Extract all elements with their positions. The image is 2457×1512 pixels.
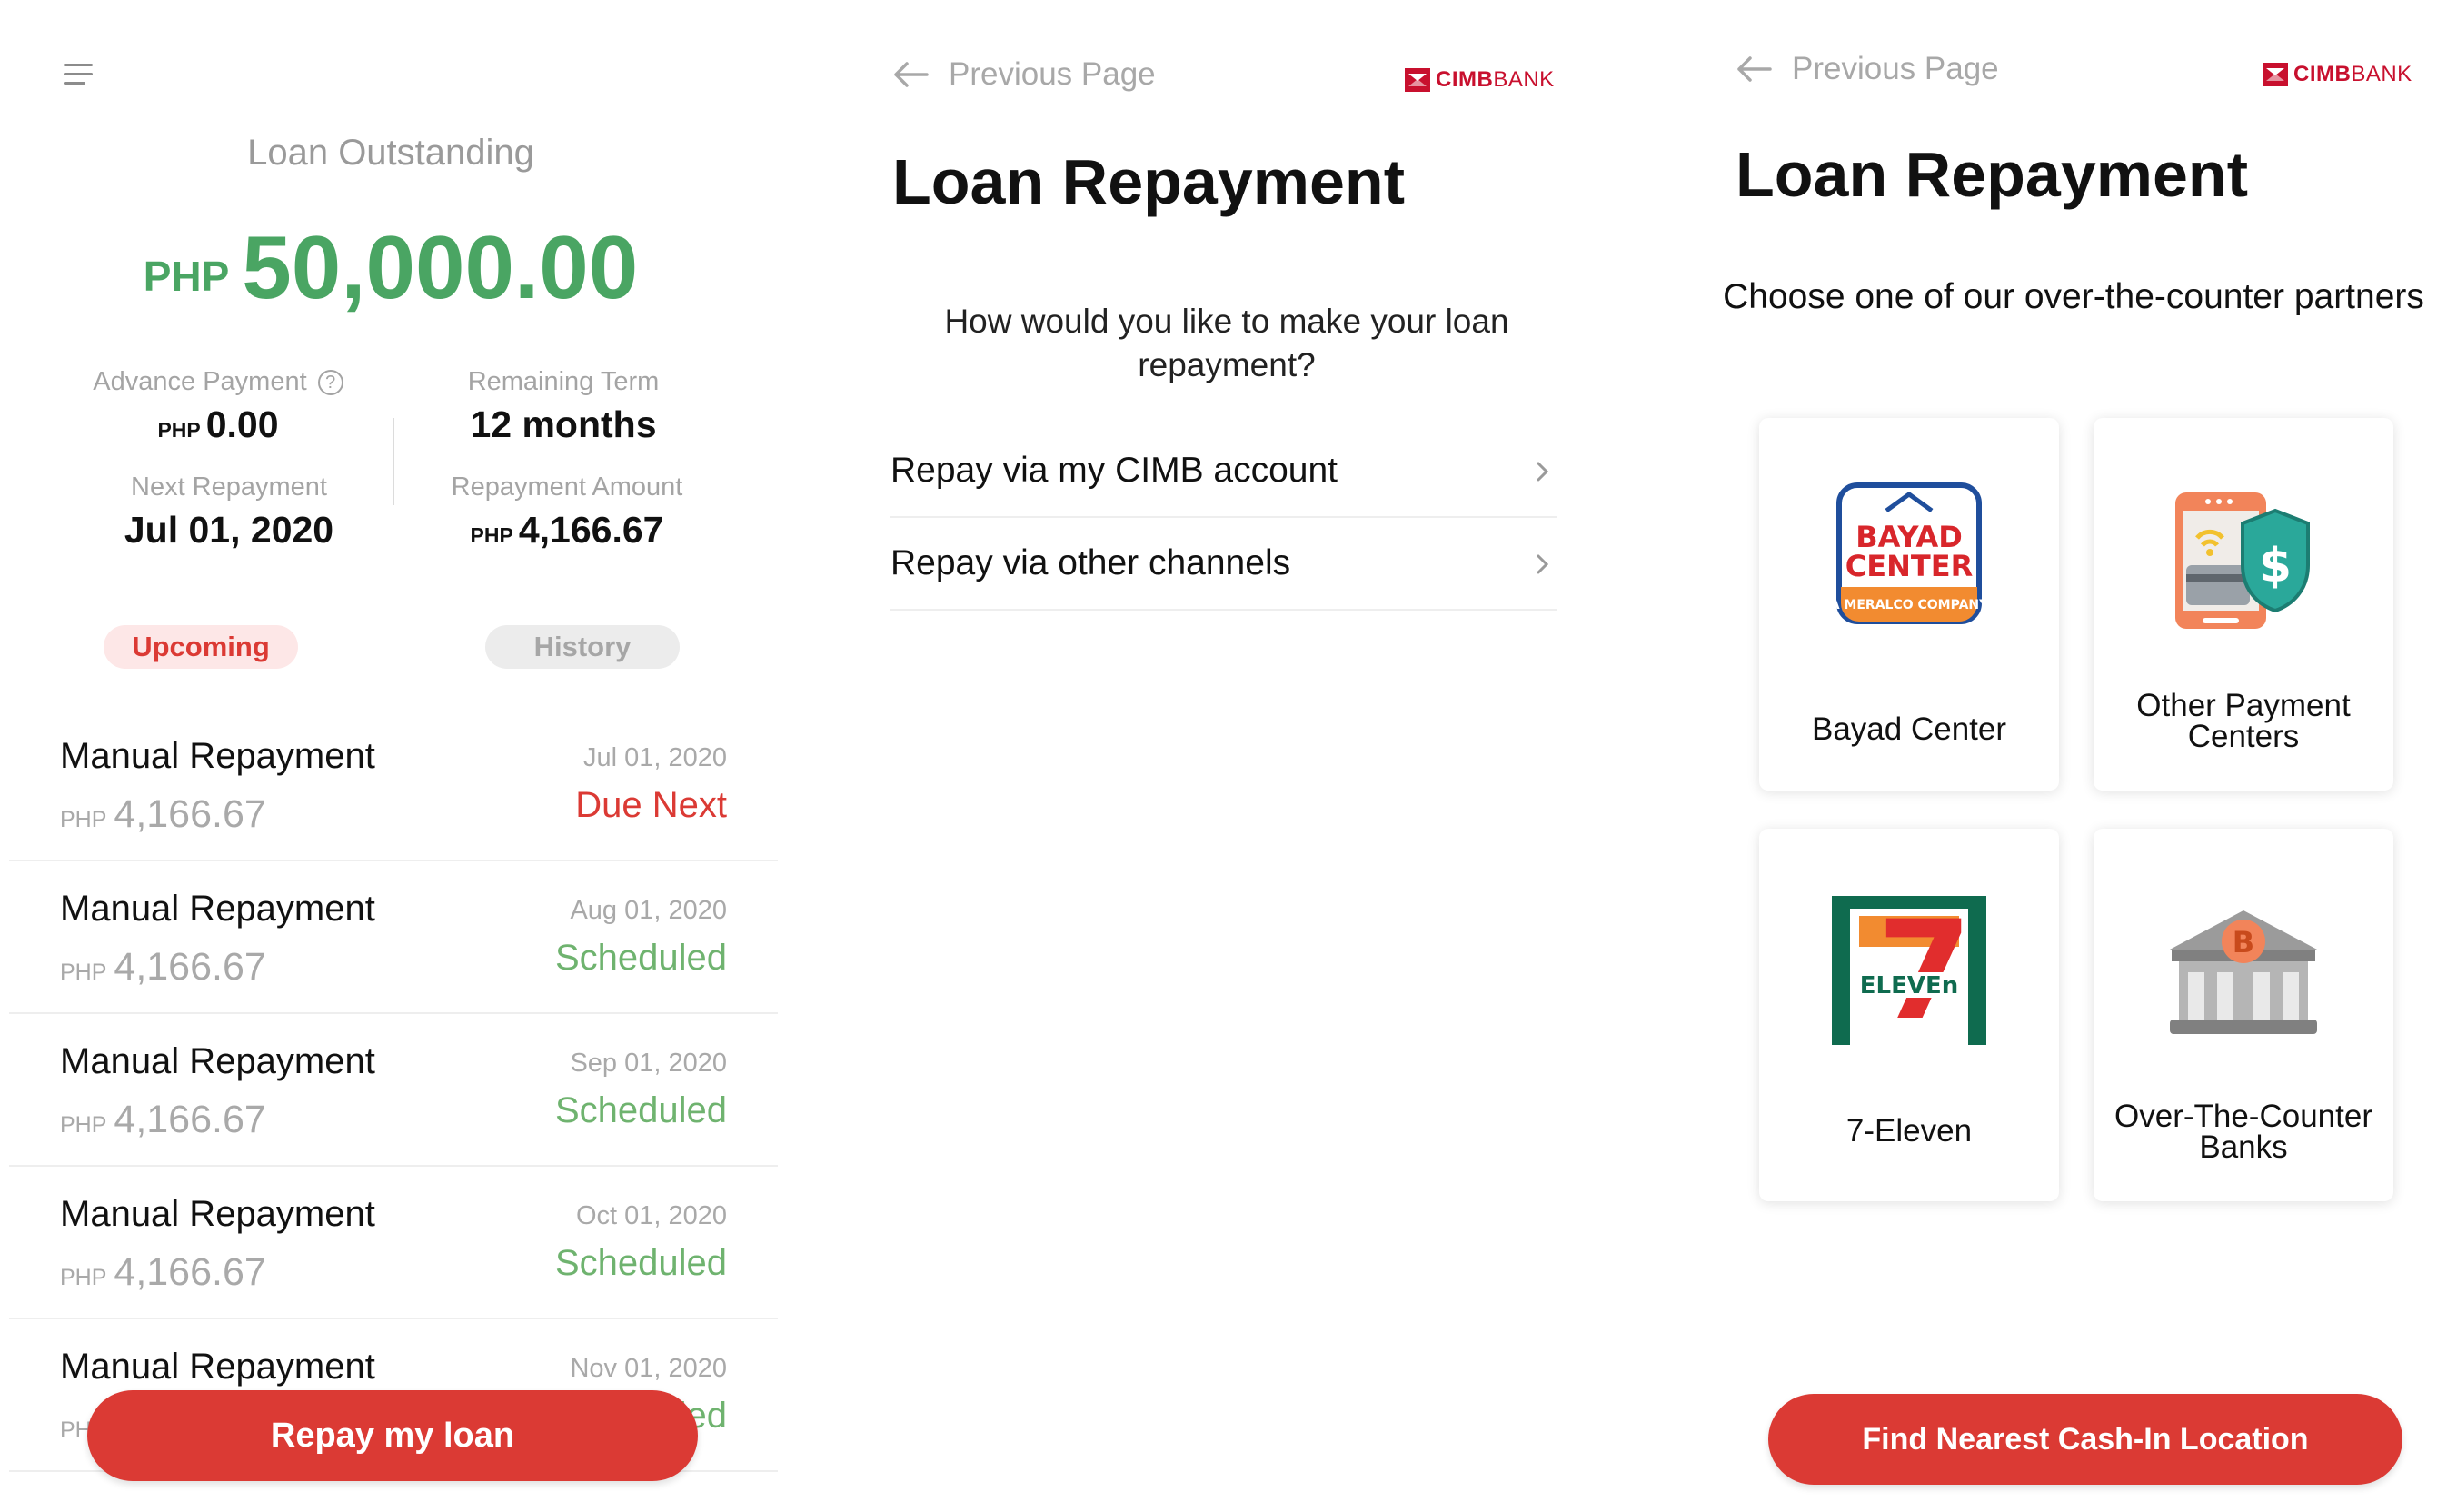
cimb-bank-logo: CIMB BANK [1405,67,1555,93]
repayment-currency: PHP [60,960,107,985]
loan-outstanding-amount: PHP 50,000.00 [0,216,781,319]
repayment-method-screen: Previous Page CIMB BANK Loan Repayment Ho… [854,0,1599,1512]
repayment-row[interactable]: Manual Repayment PHP 4,166.67 Jul 01, 2020 D… [9,709,778,861]
partner-label: Other Payment Centers [2136,688,2351,754]
partner-label: 7-Eleven [1845,1113,1973,1149]
page-title: Loan Repayment [1736,139,2248,210]
find-nearest-cash-in-button[interactable]: Find Nearest Cash-In Location [1768,1394,2402,1485]
partner-label: Over-The-Counter Banks [2114,1099,2372,1165]
repayment-date: Sep 01, 2020 [570,1049,727,1078]
repayment-value: 4,166.67 [114,945,266,989]
repayment-value: 4,166.67 [114,1250,266,1294]
repayment-currency: PHP [60,1112,107,1138]
bank-building-icon: B [2168,910,2319,1034]
repayment-title: Manual Repayment [60,1194,375,1234]
loan-overview-screen: Loan Outstanding PHP 50,000.00 Advance Pa… [0,0,781,1512]
cimb-logo-icon [2263,63,2288,86]
repayment-question: How would you like to make your loan rep… [944,303,1509,383]
repayment-value: 4,166.67 [114,1098,266,1141]
repayment-row[interactable]: Manual Repayment PHP 4,166.67 Aug 01, 2020 S… [9,861,778,1014]
advance-payment-label: Advance Payment ? [27,367,409,397]
amount-value: 50,000.00 [242,217,639,317]
repayment-date: Jul 01, 2020 [582,743,727,772]
advance-amount: 0.00 [205,403,279,445]
brand-suffix: BANK [2351,62,2412,86]
repayment-amount: PHP 4,166.67 [60,1250,266,1295]
remaining-term-label: Remaining Term [467,367,660,396]
seven-eleven-digit: 7 [1877,892,1972,1049]
repayment-amount-value: PHP 4,166.67 [376,509,758,552]
back-arrow-icon [894,62,929,87]
repayment-status: Scheduled [554,1243,727,1283]
option-label: Repay via other channels [890,543,1291,582]
chevron-right-icon [1537,462,1549,482]
repay-my-loan-button[interactable]: Repay my loan [87,1390,698,1481]
repayment-currency: PHP [60,807,107,832]
repayment-title: Manual Repayment [60,736,375,776]
repayment-status: Scheduled [554,1090,727,1130]
amount-currency: PHP [143,253,230,300]
svg-text:$: $ [2259,539,2292,593]
repayment-row[interactable]: Manual Repayment PHP 4,166.67 Sep 01, 2020 S… [9,1014,778,1167]
repayment-date: Oct 01, 2020 [575,1201,727,1230]
brand-name: CIMB [1436,67,1494,92]
next-repayment-value: Jul 01, 2020 [124,509,334,551]
partner-card-other-payment-centers[interactable]: $ Other Payment Centers [2094,418,2393,791]
previous-page-label: Previous Page [949,56,1156,92]
partner-card-7-eleven[interactable]: 7 ELEVEn 7-Eleven [1759,829,2059,1201]
previous-page-link[interactable]: Previous Page [892,56,1156,93]
previous-page-link[interactable]: Previous Page [1736,51,1999,87]
previous-page-label: Previous Page [1792,51,1999,86]
repayment-currency: PHP [60,1265,107,1290]
payment-center-phone-icon: $ [2175,492,2310,629]
partners-subtitle: Choose one of our over-the-counter partn… [1723,277,2424,316]
repayment-status: Due Next [575,785,727,825]
tab-upcoming[interactable]: Upcoming [104,625,298,669]
partner-label: Bayad Center [1811,711,2007,747]
repayment-date: Nov 01, 2020 [570,1354,727,1383]
cimb-logo-icon [1405,68,1430,92]
repayment-title: Manual Repayment [60,889,375,929]
bayad-logo-line2: CENTER [1845,549,1973,583]
advance-payment-value: PHP 0.00 [27,403,409,446]
option-label: Repay via my CIMB account [890,451,1338,490]
repayment-status: Scheduled [554,938,727,978]
bayad-logo-sub: A MERALCO COMPANY [1832,598,1986,612]
repayment-title: Manual Repayment [60,1041,375,1081]
repayment-row[interactable]: Manual Repayment PHP 4,166.67 Oct 01, 2020 S… [9,1167,778,1319]
repayment-currency: PHP [470,523,513,547]
brand-name: CIMB [2293,62,2352,86]
bayad-center-logo-icon: BAYAD CENTER A MERALCO COMPANY [1832,482,1986,624]
advance-payment-label-text: Advance Payment [93,367,307,396]
repayment-title: Manual Repayment [60,1347,375,1387]
repay-via-other-channels-option[interactable]: Repay via other channels [890,518,1557,611]
remaining-term-value: 12 months [470,403,657,445]
chevron-right-icon [1537,554,1549,574]
tab-history[interactable]: History [485,625,680,669]
repayment-amount: PHP 4,166.67 [60,792,266,837]
hamburger-menu-icon[interactable] [64,64,93,85]
otc-partners-screen: Previous Page CIMB BANK Loan Repayment Ch… [1690,0,2457,1512]
repay-via-cimb-account-option[interactable]: Repay via my CIMB account [890,425,1557,518]
repayment-date: Aug 01, 2020 [570,896,727,925]
repayment-amount: 4,166.67 [518,509,664,551]
bank-logo-letter: B [2233,925,2254,960]
cimb-bank-logo: CIMB BANK [2263,62,2412,87]
back-arrow-icon [1737,56,1772,82]
next-repayment-label: Next Repayment [131,472,327,502]
advance-currency: PHP [157,418,201,442]
repayment-value: 4,166.67 [114,792,266,836]
help-icon[interactable]: ? [317,370,343,395]
partner-card-bayad-center[interactable]: BAYAD CENTER A MERALCO COMPANY Bayad Cen… [1759,418,2059,791]
brand-suffix: BANK [1493,67,1555,92]
seven-eleven-logo-icon: 7 ELEVEn [1832,892,1986,1049]
loan-outstanding-label: Loan Outstanding [247,133,534,173]
seven-eleven-word: ELEVEn [1860,972,1958,1000]
repayment-amount: PHP 4,166.67 [60,1098,266,1142]
repayment-amount-label: Repayment Amount [451,472,683,502]
page-title: Loan Repayment [892,146,1405,217]
repayment-amount: PHP 4,166.67 [60,945,266,990]
partner-card-otc-banks[interactable]: B Over-The-Counter Banks [2094,829,2393,1201]
